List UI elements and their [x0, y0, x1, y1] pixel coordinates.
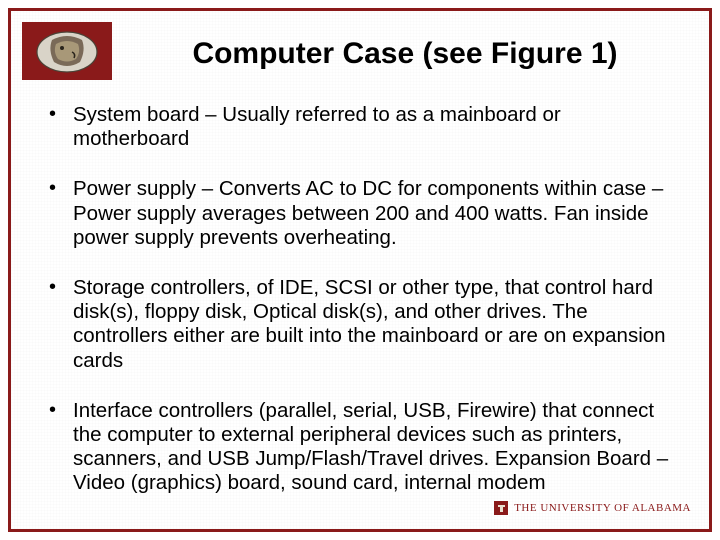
- university-logo: [22, 22, 112, 80]
- bullet-item: Interface controllers (parallel, serial,…: [47, 399, 681, 496]
- bullet-item: Storage controllers, of IDE, SCSI or oth…: [47, 276, 681, 373]
- bullet-list: System board – Usually referred to as a …: [47, 103, 681, 495]
- footer-logo-icon: [494, 501, 508, 515]
- bullet-item: Power supply – Converts AC to DC for com…: [47, 177, 681, 250]
- footer-brand: THE UNIVERSITY OF ALABAMA: [494, 501, 691, 515]
- slide-content: System board – Usually referred to as a …: [47, 103, 681, 505]
- slide-frame: Computer Case (see Figure 1) System boar…: [8, 8, 712, 532]
- bullet-item: System board – Usually referred to as a …: [47, 103, 681, 151]
- slide-title: Computer Case (see Figure 1): [121, 37, 689, 71]
- footer-brand-text: THE UNIVERSITY OF ALABAMA: [514, 502, 691, 514]
